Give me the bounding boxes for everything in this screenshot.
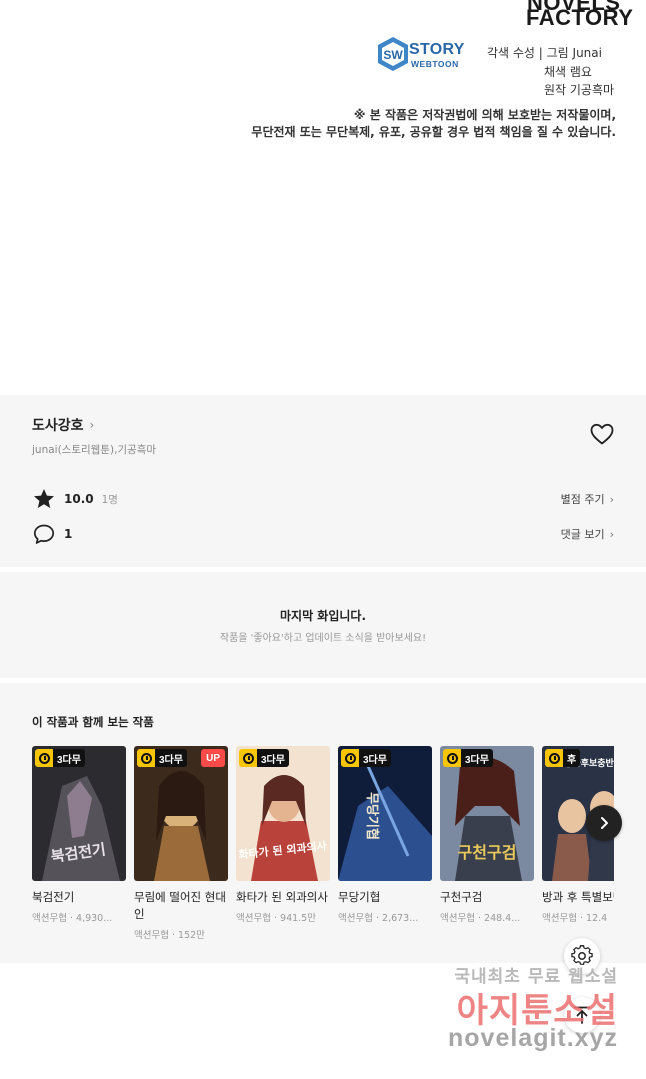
card-meta: 액션무협 · 4,930...: [32, 913, 113, 924]
last-chapter-title: 마지막 화입니다.: [279, 609, 367, 623]
credit-original: 원작 기공흑마: [544, 83, 615, 97]
card-title: 구천구검: [440, 890, 483, 904]
wait-free-badge: 3다무: [443, 749, 493, 767]
card-meta: 액션무협 · 12.4: [542, 913, 608, 924]
rate-button[interactable]: 별점 주기 ›: [561, 491, 614, 507]
wait-free-badge: 3다무: [137, 749, 187, 767]
series-authors: junai(스토리웹툰),기공흑마: [32, 444, 157, 456]
copyright-notice-line1: ※ 본 작품은 저작권법에 의해 보호받는 저작물이며,: [353, 108, 616, 122]
recommendations-section: 이 작품과 함께 보는 작품 북검전기 3다무 북검전기 액션무협 · 4,93…: [0, 683, 646, 963]
clock-icon: [137, 749, 155, 767]
cover-thumbnail: 북검전기 3다무: [32, 746, 126, 881]
arrow-up-icon: [574, 1006, 590, 1024]
viewer-settings-button[interactable]: [564, 938, 600, 974]
wait-free-badge: 3다무: [239, 749, 289, 767]
view-comments-label: 댓글 보기: [560, 528, 605, 541]
wait-free-badge: 후: [545, 749, 581, 767]
card-meta: 액션무협 · 941.5만: [236, 913, 316, 924]
rate-button-label: 별점 주기: [560, 493, 605, 506]
gear-icon: [571, 945, 593, 965]
story-logo-sub: WEBTOON: [411, 59, 459, 69]
card-title: 북검전기: [32, 890, 75, 904]
recommendation-card[interactable]: 3다무 UP 무림에 떨어진 현대인 액션무협 · 152만: [134, 746, 228, 941]
last-chapter-notice: 마지막 화입니다. 작품을 '좋아요'하고 업데이트 소식을 받아보세요!: [0, 572, 646, 678]
rating-count: 1명: [101, 493, 118, 506]
story-webtoon-logo-mark: SW: [378, 37, 408, 71]
speech-bubble-icon: [33, 524, 55, 544]
credit-coloring: 채색 램요: [544, 65, 592, 79]
card-meta: 액션무협 · 152만: [134, 930, 205, 941]
card-title: 방과 후 특별보반: [542, 890, 614, 904]
episode-credits-image: NOVELS FACTORY SW STORY WEBTOON 각색 수성 | …: [0, 0, 646, 395]
recommendations-carousel[interactable]: 북검전기 3다무 북검전기 액션무협 · 4,930... 3다무 UP 무림에…: [32, 746, 614, 956]
card-title: 화타가 된 외과의사: [236, 890, 328, 904]
carousel-next-button[interactable]: [586, 805, 622, 841]
story-webtoon-logo: SW STORY WEBTOON: [376, 36, 471, 76]
wait-free-badge: 3다무: [35, 749, 85, 767]
chevron-right-icon: ›: [609, 527, 614, 541]
rating-row: 10.0 1명 별점 주기 ›: [32, 487, 614, 511]
wait-free-badge: 3다무: [341, 749, 391, 767]
series-info-panel: 도사강호 › junai(스토리웹툰),기공흑마 10.0 1명 별점 주기 ›…: [0, 395, 646, 567]
copyright-notice-line2: 무단전재 또는 무단복제, 유포, 공유할 경우 법적 책임을 질 수 있습니다…: [251, 125, 616, 139]
clock-icon: [545, 749, 563, 767]
publisher-logo: FACTORY: [526, 5, 634, 30]
comment-row: 1 댓글 보기 ›: [32, 522, 614, 546]
cover-thumbnail: 화타가 된 외과의사 3다무: [236, 746, 330, 881]
update-badge: UP: [201, 749, 225, 767]
clock-icon: [443, 749, 461, 767]
chevron-right-icon: ›: [609, 492, 614, 506]
star-icon: [34, 489, 54, 508]
credit-adaptation-art: 각색 수성 | 그림 Junai: [487, 46, 602, 60]
chevron-right-icon: ›: [89, 418, 95, 432]
card-meta: 액션무협 · 2,673...: [338, 913, 419, 924]
last-chapter-subtitle: 작품을 '좋아요'하고 업데이트 소식을 받아보세요!: [219, 633, 427, 644]
card-meta: 액션무협 · 248.4...: [440, 913, 521, 924]
clock-icon: [341, 749, 359, 767]
chevron-right-icon: [601, 817, 608, 829]
series-title-link[interactable]: 도사강호 ›: [32, 415, 94, 435]
cover-thumbnail: 구천구검 3다무: [440, 746, 534, 881]
svg-text:SW: SW: [383, 48, 403, 62]
clock-icon: [35, 749, 53, 767]
card-title: 무림에 떨어진 현대인: [134, 890, 226, 921]
cover-thumbnail: 무당기협 3다무: [338, 746, 432, 881]
recommendation-card[interactable]: 무당기협 3다무 무당기협 액션무협 · 2,673...: [338, 746, 432, 924]
scroll-to-top-button[interactable]: [564, 997, 600, 1033]
recommendation-card[interactable]: 북검전기 3다무 북검전기 액션무협 · 4,930...: [32, 746, 126, 924]
svg-text:구천구검: 구천구검: [458, 843, 517, 862]
card-title: 무당기협: [338, 890, 381, 904]
comment-count: 1: [64, 527, 73, 541]
recommendations-heading: 이 작품과 함께 보는 작품: [32, 715, 154, 729]
heart-icon[interactable]: [589, 422, 615, 446]
recommendation-card[interactable]: 구천구검 3다무 구천구검 액션무협 · 248.4...: [440, 746, 534, 924]
view-comments-button[interactable]: 댓글 보기 ›: [561, 526, 614, 542]
story-logo-word: STORY: [409, 41, 465, 58]
clock-icon: [239, 749, 257, 767]
series-title: 도사강호: [32, 418, 84, 434]
svg-text:무당기협: 무당기협: [364, 792, 380, 840]
rating-value: 10.0: [64, 492, 94, 506]
cover-thumbnail: 3다무 UP: [134, 746, 228, 881]
recommendation-card[interactable]: 화타가 된 외과의사 3다무 화타가 된 외과의사 액션무협 · 941.5만: [236, 746, 330, 924]
